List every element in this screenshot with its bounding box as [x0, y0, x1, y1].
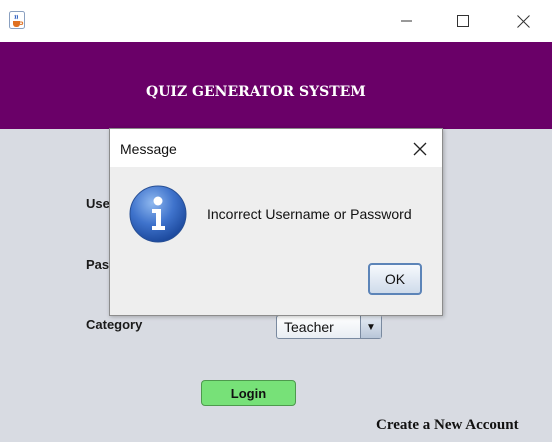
dropdown-arrow-icon[interactable]: ▼	[360, 316, 381, 338]
minimize-icon	[401, 20, 412, 22]
create-account-link[interactable]: Create a New Account	[376, 417, 519, 434]
close-icon	[413, 142, 427, 156]
ok-button[interactable]: OK	[368, 263, 422, 295]
category-label: Category	[86, 317, 143, 332]
category-select[interactable]: Teacher ▼	[276, 315, 382, 339]
app-title: QUIZ GENERATOR SYSTEM	[146, 84, 366, 100]
message-dialog: Message Incorrect Username or Password O…	[109, 128, 443, 316]
password-label: Pas	[86, 257, 110, 272]
maximize-button[interactable]	[440, 0, 486, 42]
dialog-close-button[interactable]	[408, 137, 432, 161]
info-icon	[129, 185, 187, 243]
java-app-icon	[9, 11, 25, 29]
login-button[interactable]: Login	[201, 380, 296, 406]
minimize-button[interactable]	[384, 0, 430, 42]
dialog-message: Incorrect Username or Password	[207, 206, 412, 222]
window-titlebar	[0, 0, 552, 42]
category-selected-value: Teacher	[284, 319, 334, 335]
dialog-title: Message	[120, 141, 177, 157]
close-icon	[516, 14, 530, 28]
username-label: Use	[86, 196, 110, 211]
dialog-titlebar: Message	[110, 129, 442, 167]
close-window-button[interactable]	[500, 0, 546, 42]
maximize-icon	[457, 15, 469, 27]
